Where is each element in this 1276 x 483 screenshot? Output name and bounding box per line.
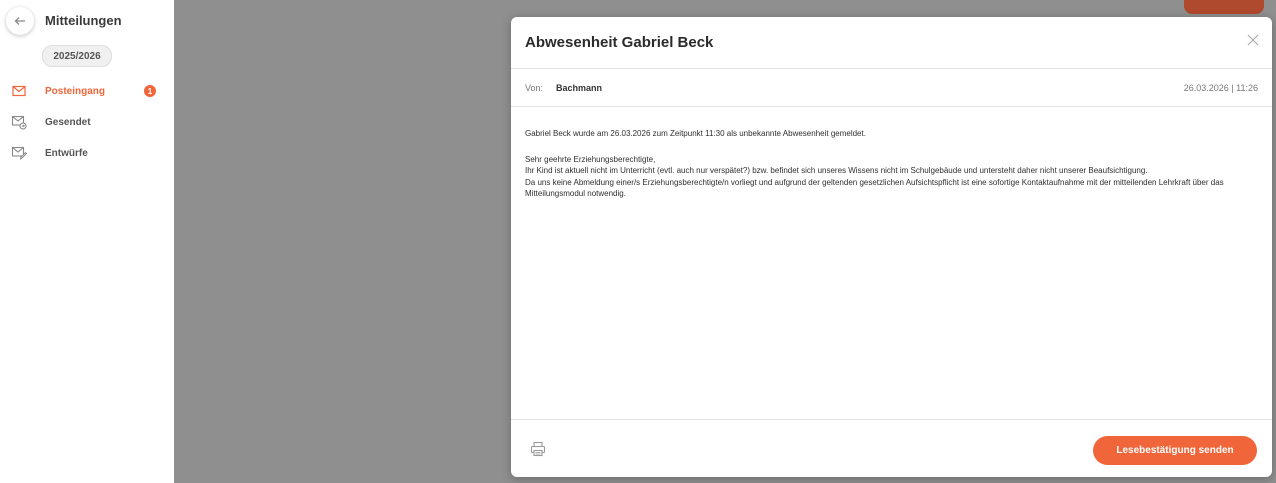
sidebar-item-gesendet[interactable]: Gesendet	[0, 111, 174, 133]
sender-name: Bachmann	[556, 83, 603, 93]
message-meta: Von: Bachmann 26.03.2026 | 11:26	[511, 69, 1272, 107]
body-paragraph: Ihr Kind ist aktuell nicht im Unterricht…	[525, 166, 1148, 175]
sidebar-item-label: Entwürfe	[45, 147, 88, 159]
send-read-receipt-button[interactable]: Lesebestätigung senden	[1093, 436, 1257, 465]
message-body: Gabriel Beck wurde am 26.03.2026 zum Zei…	[525, 128, 1260, 200]
sidebar-title: Mitteilungen	[45, 13, 122, 28]
unread-count-badge: 1	[144, 85, 156, 97]
print-button[interactable]	[529, 440, 547, 458]
body-paragraph: Da uns keine Abmeldung einer/s Erziehung…	[525, 177, 1224, 199]
from-label: Von:	[525, 83, 544, 93]
dialog-header: Abwesenheit Gabriel Beck	[511, 17, 1272, 69]
sent-mail-icon	[11, 115, 27, 130]
sidebar-item-label: Gesendet	[45, 116, 91, 128]
school-year-selector[interactable]: 2025/2026	[42, 45, 112, 67]
background-action-button	[1184, 0, 1264, 14]
envelope-icon	[12, 85, 26, 97]
back-button[interactable]	[6, 7, 34, 35]
draft-mail-icon	[11, 146, 27, 161]
sidebar: Mitteilungen 2025/2026 Posteingang 1 Ges…	[0, 0, 174, 483]
close-button[interactable]	[1242, 29, 1264, 51]
arrow-left-icon	[14, 17, 25, 25]
message-datetime: 26.03.2026 | 11:26	[1183, 83, 1258, 93]
sidebar-item-entwuerfe[interactable]: Entwürfe	[0, 142, 174, 164]
body-paragraph: Gabriel Beck wurde am 26.03.2026 zum Zei…	[525, 129, 866, 138]
close-icon	[1247, 34, 1259, 46]
dialog-title: Abwesenheit Gabriel Beck	[525, 34, 714, 51]
dialog-footer: Lesebestätigung senden	[511, 419, 1272, 477]
sidebar-item-posteingang[interactable]: Posteingang 1	[0, 80, 174, 102]
message-dialog: Abwesenheit Gabriel Beck Von: Bachmann 2…	[511, 17, 1272, 477]
printer-icon	[530, 441, 546, 457]
body-paragraph: Sehr geehrte Erziehungsberechtigte,	[525, 154, 656, 164]
sidebar-item-label: Posteingang	[45, 85, 106, 97]
